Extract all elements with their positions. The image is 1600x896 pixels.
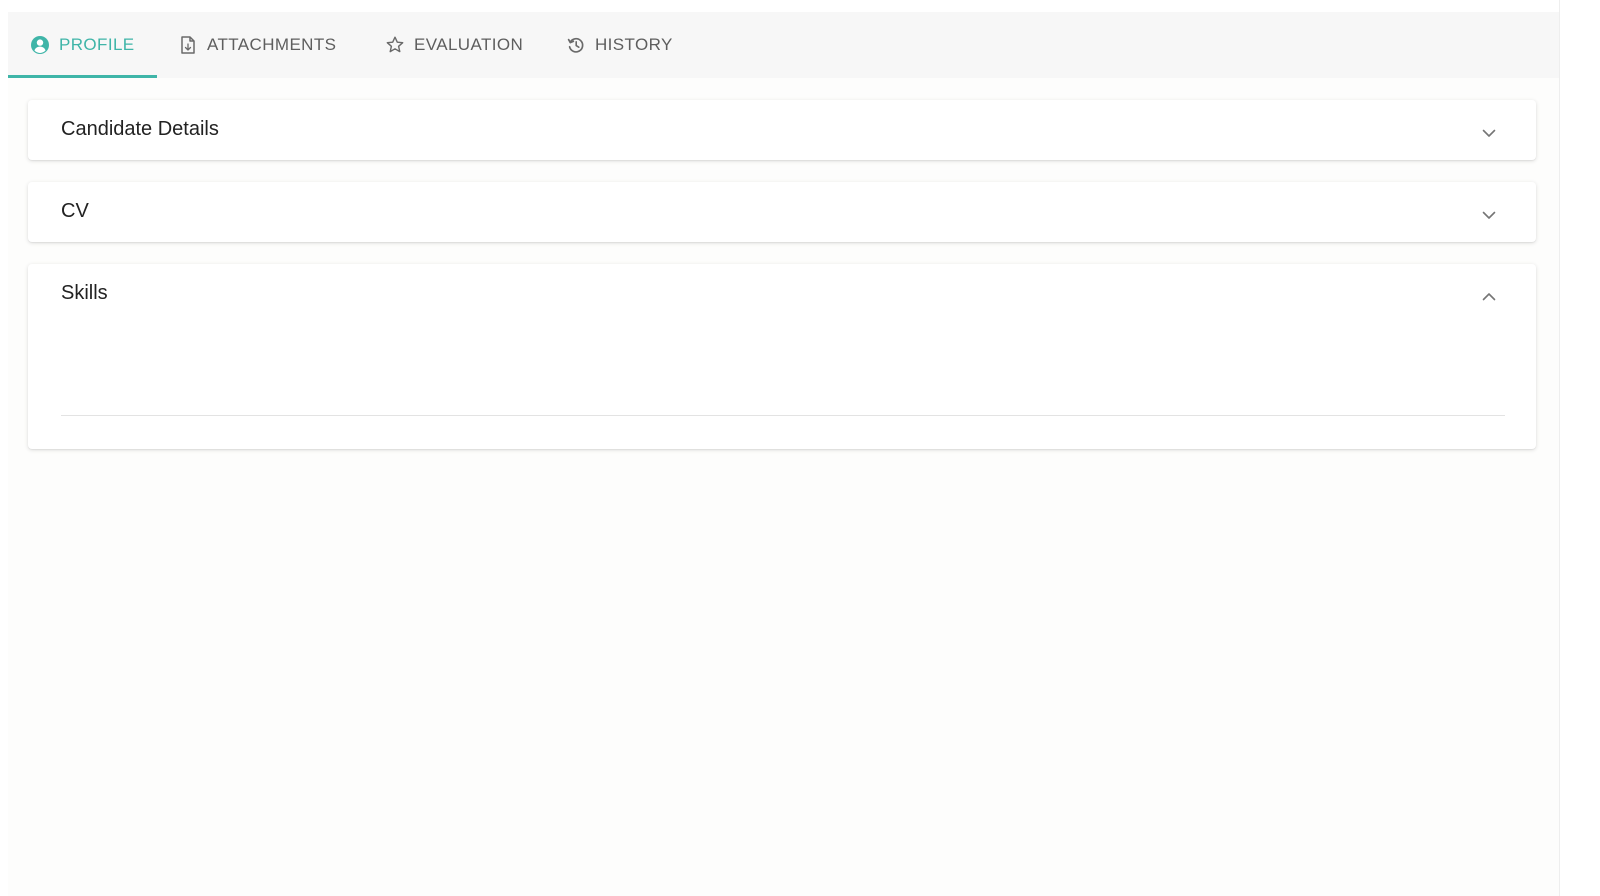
tab-history[interactable]: HISTORY (566, 12, 673, 78)
tab-evaluation[interactable]: EVALUATION (385, 12, 523, 78)
account-circle-icon (30, 35, 50, 55)
candidate-details-header[interactable]: Candidate Details (28, 100, 1536, 162)
cv-header[interactable]: CV (28, 182, 1536, 244)
skills-divider (61, 415, 1505, 416)
chevron-down-icon[interactable] (1480, 124, 1498, 142)
tab-attachments[interactable]: ATTACHMENTS (178, 12, 336, 78)
tab-label: EVALUATION (414, 35, 524, 54)
active-tab-indicator (8, 75, 157, 78)
candidate-details-panel: Candidate Details (28, 100, 1536, 160)
skills-panel: Skills (28, 264, 1536, 449)
page-edge (1559, 0, 1600, 896)
chevron-down-icon[interactable] (1480, 206, 1498, 224)
chevron-up-icon[interactable] (1480, 288, 1498, 306)
history-icon (566, 35, 586, 55)
tab-label: ATTACHMENTS (207, 35, 337, 54)
star-icon (385, 35, 405, 55)
panel-title: Skills (61, 282, 108, 304)
main-frame: PROFILE ATTACHMENTS EVALUATION HISTORY C… (8, 12, 1559, 896)
cv-panel: CV (28, 182, 1536, 242)
tab-label: PROFILE (59, 35, 135, 54)
tab-profile[interactable]: PROFILE (8, 12, 157, 78)
tab-bar: PROFILE ATTACHMENTS EVALUATION HISTORY (8, 12, 1559, 78)
skills-header[interactable]: Skills (28, 264, 1536, 326)
tab-label: HISTORY (595, 35, 673, 54)
document-icon (178, 35, 198, 55)
panel-title: Candidate Details (61, 118, 219, 140)
panel-title: CV (61, 200, 89, 222)
